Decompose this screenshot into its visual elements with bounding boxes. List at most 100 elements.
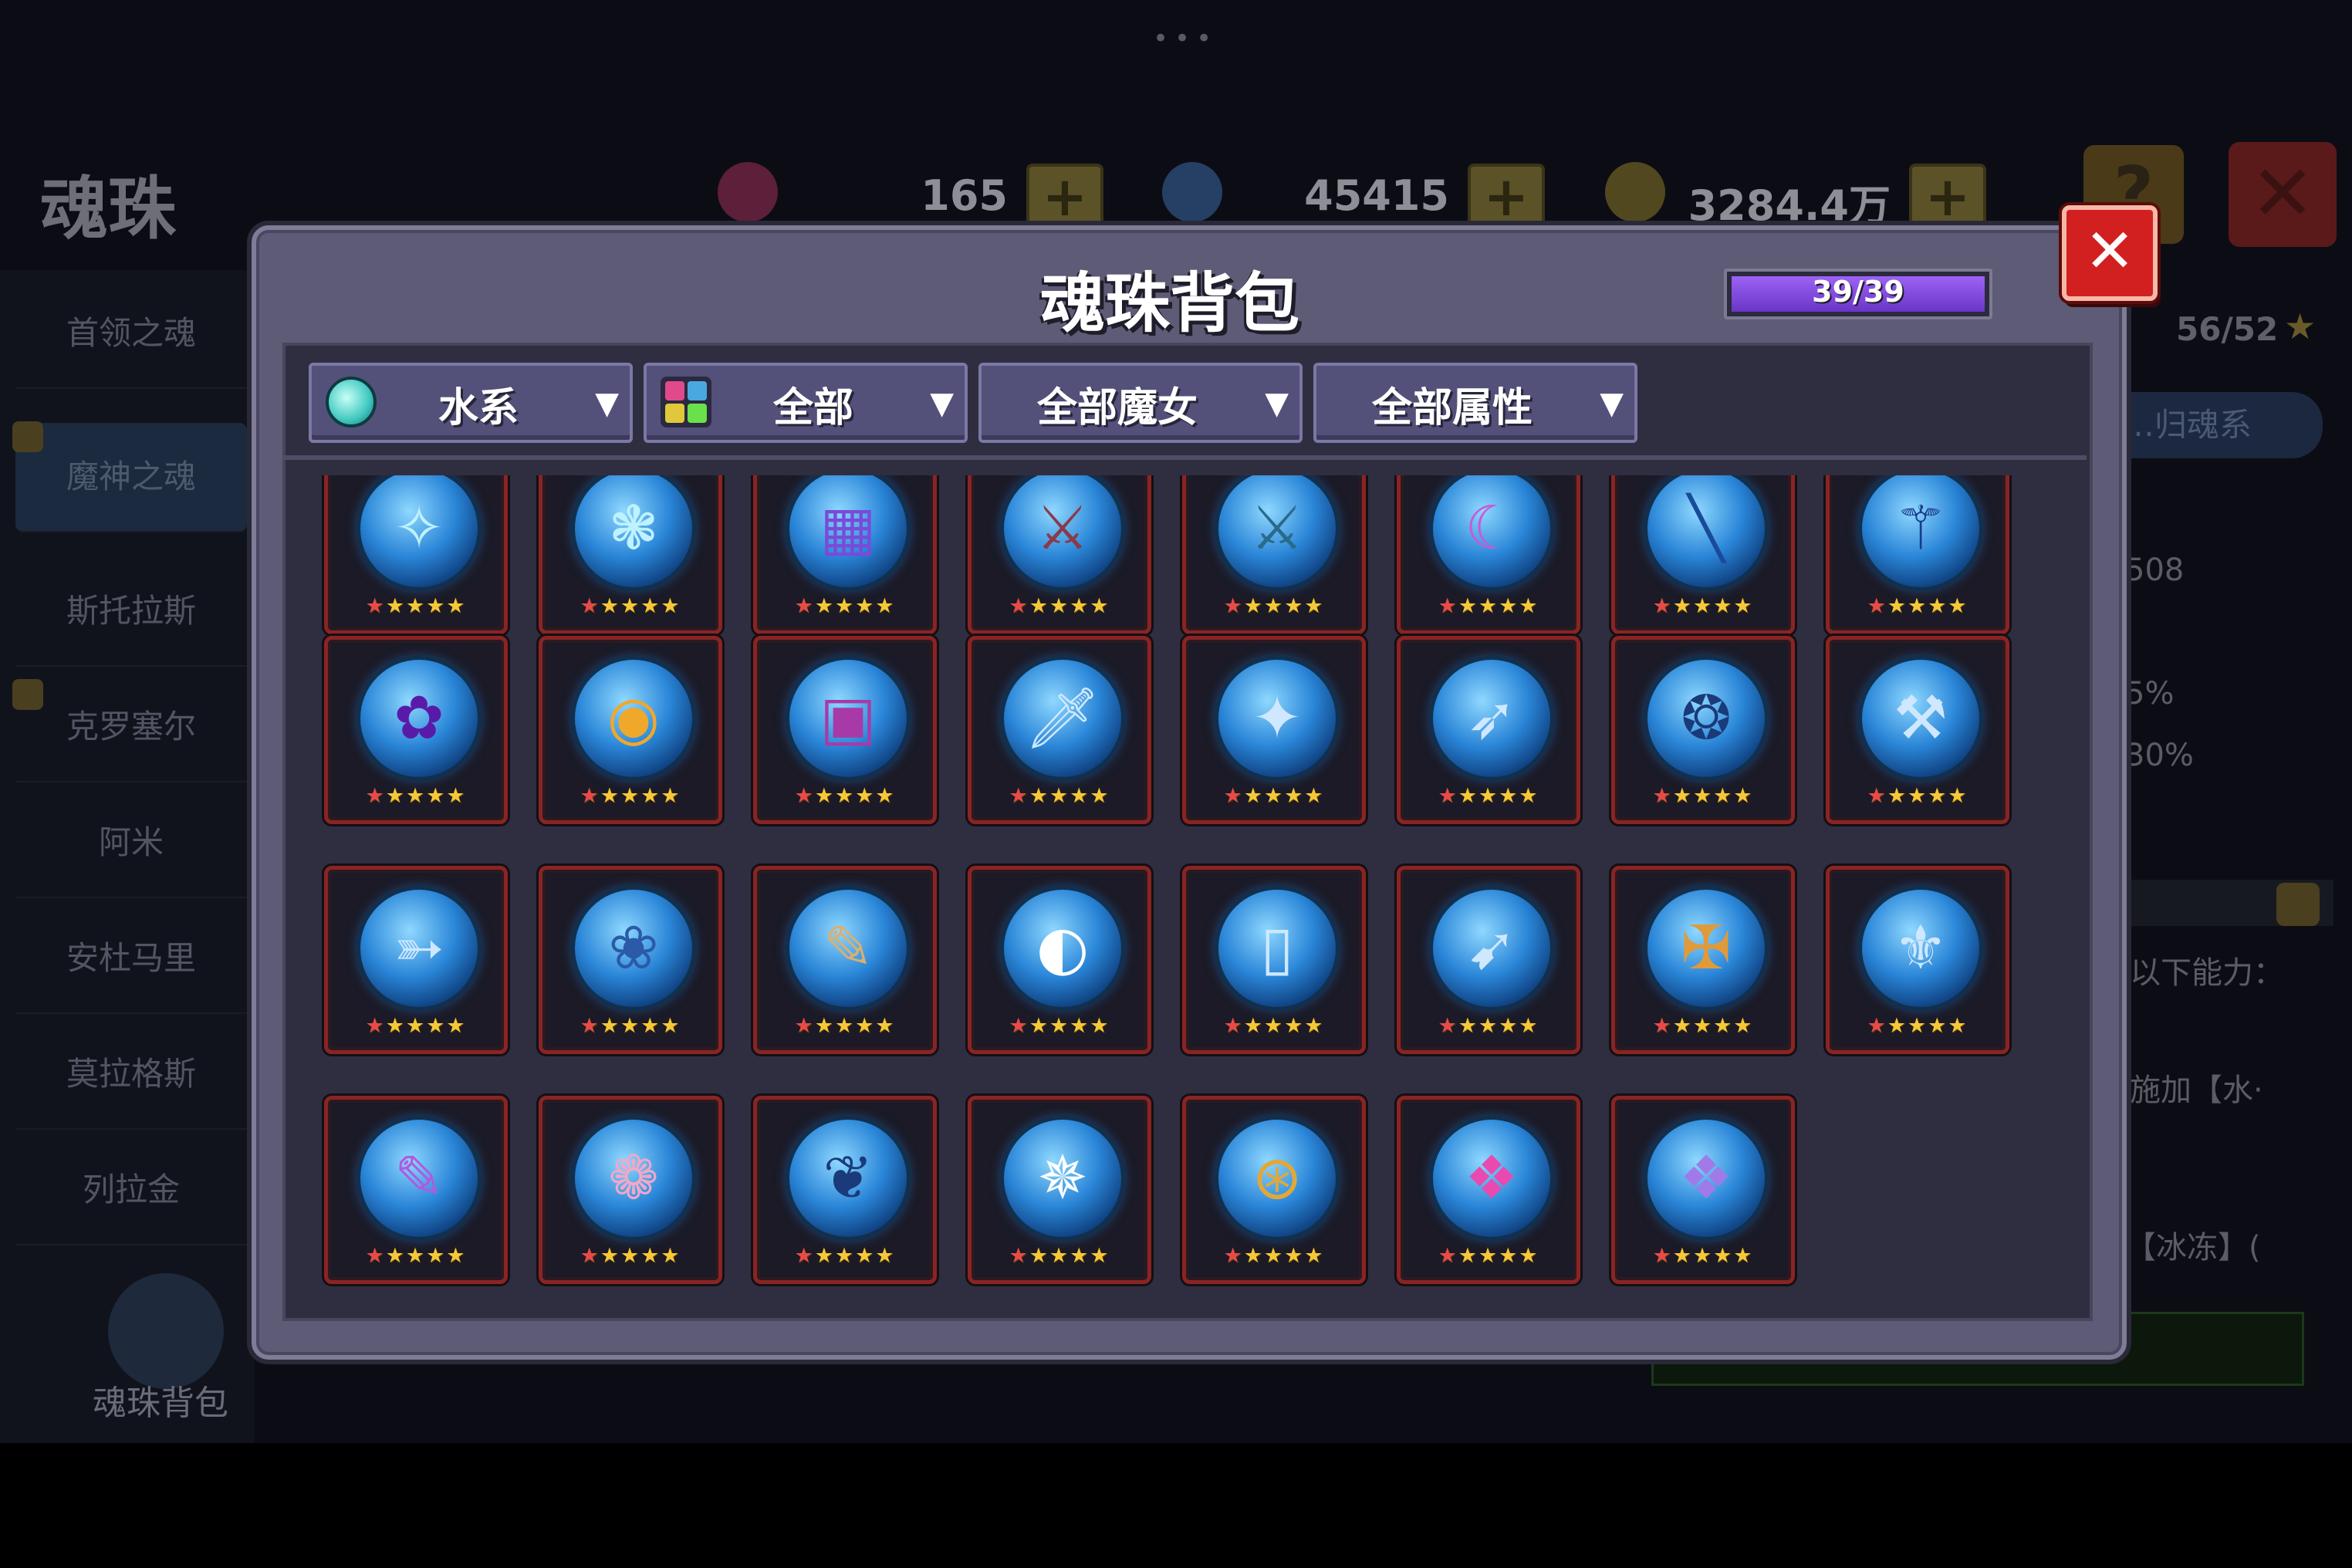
soul-bead-glyph: ☾ [1465, 494, 1519, 563]
soul-bead-glyph: ✎ [394, 1144, 444, 1213]
info-icon[interactable] [2276, 883, 2320, 926]
soul-bead-grid[interactable]: ✧ ★★★★★ ❃ ★★★★★ ▦ ★★★★★ ⚔ ★★★★★ ⚔ ★★★★★ ☾ ★★★★★ ╲ ★★★… [282, 475, 2087, 1313]
star-rating: ★★★★★ [1009, 1244, 1110, 1268]
category-filter-label: 全部 [772, 385, 853, 431]
star-rating: ★★★★★ [1867, 1014, 1968, 1038]
soul-bead-slot[interactable]: 🗡 ★★★★★ [968, 636, 1151, 824]
chevron-down-icon: ▼ [1265, 386, 1289, 421]
soul-bead-icon: ✦ [1218, 660, 1336, 777]
soul-bead-slot[interactable]: ❦ ★★★★★ [753, 1096, 937, 1284]
ability-text: 施加【水· [2130, 1073, 2263, 1108]
soul-bead-slot[interactable]: ✵ ★★★★★ [968, 1096, 1151, 1284]
lock-icon [12, 679, 43, 710]
currency-gem-icon [1605, 162, 1665, 222]
soul-bead-slot[interactable]: ╲ ★★★★★ [1611, 475, 1795, 634]
star-rating: ★★★★★ [1223, 594, 1325, 618]
soul-bead-icon: ⚔ [1004, 475, 1121, 587]
star-rating: ★★★★★ [580, 1244, 681, 1268]
soul-bead-slot[interactable]: ☾ ★★★★★ [1397, 475, 1580, 634]
soul-bead-icon: ⊛ [1218, 1120, 1336, 1237]
window-handle[interactable]: ••• [1153, 23, 1218, 54]
sidebar-item[interactable]: 斯托拉斯 [15, 557, 247, 667]
soul-bead-slot[interactable]: ✿ ★★★★★ [324, 636, 508, 824]
soul-bead-slot[interactable]: ➳ ★★★★★ [324, 866, 508, 1054]
soul-bead-slot[interactable]: ⊛ ★★★★★ [1182, 1096, 1366, 1284]
soul-bead-icon: ❦ [789, 1120, 907, 1237]
soul-bead-icon: ⚜ [1862, 890, 1979, 1007]
sidebar-item[interactable]: 克罗塞尔 [15, 673, 247, 782]
soul-bead-slot[interactable]: ✦ ★★★★★ [1182, 636, 1366, 824]
soul-bead-slot[interactable]: ◐ ★★★★★ [968, 866, 1151, 1054]
soul-bead-slot[interactable]: ✠ ★★★★★ [1611, 866, 1795, 1054]
soul-bead-slot[interactable]: ❃ ★★★★★ [539, 475, 722, 634]
soul-bead-slot[interactable]: ❖ ★★★★★ [1611, 1096, 1795, 1284]
sidebar-item[interactable]: 安杜马里 [15, 904, 247, 1014]
witch-filter-dropdown[interactable]: 全部魔女 ▼ [978, 363, 1303, 443]
soul-bead-slot[interactable]: ▣ ★★★★★ [753, 636, 937, 824]
add-currency-button[interactable]: + [1468, 164, 1545, 233]
soul-bead-slot[interactable]: ⚒ ★★★★★ [1826, 636, 2009, 824]
stat-text: 30% [2125, 738, 2194, 773]
add-currency-button[interactable]: + [1026, 164, 1103, 233]
soul-bead-slot[interactable]: ➶ ★★★★★ [1397, 636, 1580, 824]
star-rating: ★★★★★ [1009, 594, 1110, 618]
star-icon: ★ [2284, 306, 2317, 347]
soul-bead-glyph: ⊛ [1252, 1144, 1303, 1213]
soul-bead-slot[interactable]: ❁ ★★★★★ [539, 1096, 722, 1284]
sidebar-item[interactable]: 莫拉格斯 [15, 1020, 247, 1130]
soul-bead-glyph: ⚜ [1894, 914, 1948, 983]
soul-bead-slot[interactable]: ⚔ ★★★★★ [968, 475, 1151, 634]
sidebar-item[interactable]: 魔神之魂 [15, 423, 247, 532]
soul-bead-icon: ❖ [1433, 1120, 1550, 1237]
soul-bead-icon: ✠ [1647, 890, 1765, 1007]
element-filter-dropdown[interactable]: 水系 ▼ [309, 363, 633, 443]
soul-bead-slot[interactable]: ◉ ★★★★★ [539, 636, 722, 824]
close-button[interactable]: ✕ [2062, 205, 2158, 301]
star-rating: ★★★★★ [580, 594, 681, 618]
soul-bead-glyph: ▯ [1260, 914, 1294, 983]
star-rating: ★★★★★ [1009, 784, 1110, 808]
star-rating: ★★★★★ [365, 784, 467, 808]
category-filter-dropdown[interactable]: 全部 ▼ [644, 363, 968, 443]
modal-title: 魂珠背包 [1040, 265, 1300, 341]
chevron-down-icon: ▼ [595, 386, 619, 421]
soul-bead-icon: ◉ [575, 660, 692, 777]
soul-bead-slot[interactable]: ⚜ ★★★★★ [1826, 866, 2009, 1054]
soul-bead-slot[interactable]: ❖ ★★★★★ [1397, 1096, 1580, 1284]
soul-bead-icon: ❃ [575, 475, 692, 587]
soul-bead-slot[interactable]: ✎ ★★★★★ [753, 866, 937, 1054]
soul-bead-glyph: ✠ [1681, 914, 1732, 983]
soul-bead-slot[interactable]: ⚔ ★★★★★ [1182, 475, 1366, 634]
page-close-button[interactable]: ✕ [2229, 142, 2337, 247]
ability-text: 以下能力： [2130, 955, 2284, 991]
star-rating: ★★★★★ [1867, 594, 1968, 618]
soul-bead-slot[interactable]: ❀ ★★★★★ [539, 866, 722, 1054]
star-rating: ★★★★★ [794, 594, 896, 618]
soul-bead-slot[interactable]: ▦ ★★★★★ [753, 475, 937, 634]
attribute-filter-dropdown[interactable]: 全部属性 ▼ [1313, 363, 1637, 443]
soul-bead-slot[interactable]: ⚚ ★★★★★ [1826, 475, 2009, 634]
soul-bag-label[interactable]: 魂珠背包 [93, 1375, 228, 1424]
soul-bead-slot[interactable]: ➹ ★★★★★ [1397, 866, 1580, 1054]
sidebar-item[interactable]: 首领之魂 [15, 279, 247, 389]
star-rating: ★★★★★ [794, 1244, 896, 1268]
stat-text: 5% [2125, 676, 2175, 711]
star-rating: ★★★★★ [1438, 594, 1539, 618]
soul-bead-icon: ➹ [1433, 890, 1550, 1007]
soul-bead-slot[interactable]: ▯ ★★★★★ [1182, 866, 1366, 1054]
chevron-down-icon: ▼ [1600, 386, 1624, 421]
soul-bead-glyph: ⚚ [1894, 494, 1948, 563]
soul-bead-slot[interactable]: ✧ ★★★★★ [324, 475, 508, 634]
star-rating: ★★★★★ [365, 1244, 467, 1268]
soul-bead-slot[interactable]: ❂ ★★★★★ [1611, 636, 1795, 824]
sidebar-item[interactable]: 阿米 [15, 789, 247, 898]
star-rating: ★★★★★ [580, 1014, 681, 1038]
add-currency-button[interactable]: + [1909, 164, 1986, 233]
soul-bead-glyph: ◐ [1036, 914, 1090, 983]
star-rating: ★★★★★ [794, 784, 896, 808]
soul-bead-glyph: ➶ [1466, 684, 1517, 753]
sidebar-item[interactable]: 列拉金 [15, 1136, 247, 1245]
soul-bag-icon[interactable] [108, 1273, 224, 1389]
currency-value: 3284.4万 [1688, 181, 1891, 230]
soul-bead-slot[interactable]: ✎ ★★★★★ [324, 1096, 508, 1284]
